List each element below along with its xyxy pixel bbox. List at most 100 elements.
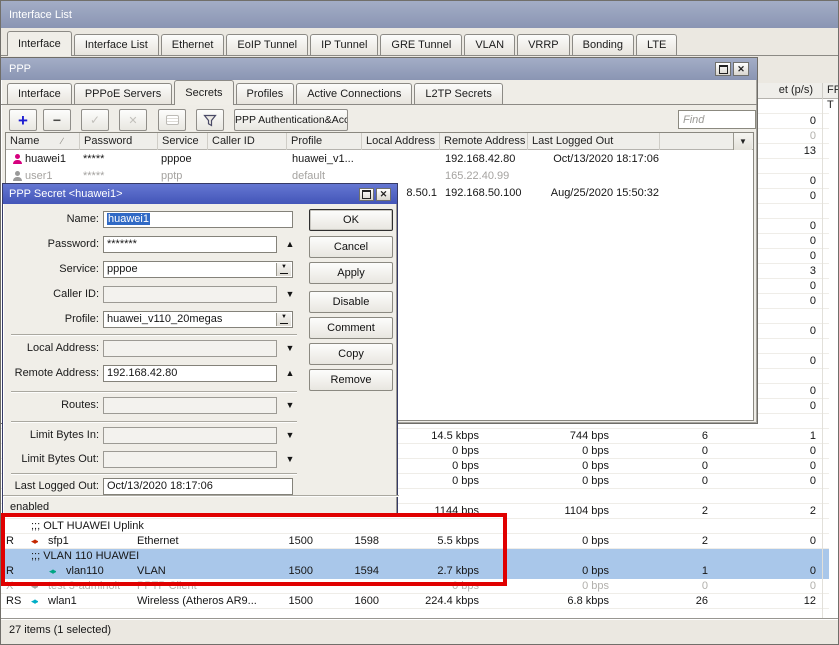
secret-name: huawei1 xyxy=(25,152,66,167)
enable-button[interactable] xyxy=(81,109,109,131)
tab-bonding[interactable]: Bonding xyxy=(572,34,634,55)
tab-gre-tunnel[interactable]: GRE Tunnel xyxy=(380,34,462,55)
remove-button[interactable]: Remove xyxy=(309,369,393,391)
tab-interface-list[interactable]: Interface List xyxy=(74,34,159,55)
find-input[interactable] xyxy=(678,110,756,129)
apply-button[interactable]: Apply xyxy=(309,262,393,284)
interface-table-right-header[interactable]: et (p/s) FP T xyxy=(757,83,839,99)
copy-button[interactable]: Copy xyxy=(309,343,393,365)
col-service[interactable]: Service xyxy=(158,133,208,150)
col-remote-address[interactable]: Remote Address xyxy=(440,133,528,150)
secret-profile: default xyxy=(292,169,325,184)
tab-secrets[interactable]: Secrets xyxy=(174,80,233,105)
rx-packet-cell: 0 xyxy=(712,444,816,459)
ppp-titlebar[interactable]: PPP xyxy=(1,58,757,80)
ppp-aaa-button[interactable]: PPP Authentication&Accounting xyxy=(234,109,348,131)
profile-label: Profile: xyxy=(3,311,99,328)
disable-button[interactable]: Disable xyxy=(309,291,393,313)
type-cell: VLAN xyxy=(137,564,166,579)
filter-button[interactable] xyxy=(196,109,224,131)
col-extra xyxy=(660,133,736,150)
tab-active-connections[interactable]: Active Connections xyxy=(296,83,412,104)
caller-id-field[interactable] xyxy=(103,286,277,303)
expand-arrow-icon[interactable] xyxy=(283,427,297,444)
secret-row-huawei1[interactable]: huawei1 ***** pppoe huawei_v1... 192.168… xyxy=(7,151,752,168)
name-cell: test 3-adminolt xyxy=(48,579,120,594)
interface-list-titlebar[interactable]: Interface List xyxy=(1,1,838,28)
routes-label: Routes: xyxy=(3,397,99,414)
expand-arrow-icon[interactable] xyxy=(283,397,297,414)
expand-arrow-icon[interactable] xyxy=(283,340,297,357)
limit-bytes-in-field[interactable] xyxy=(103,427,277,444)
ppp-tabstrip: Interface PPPoE Servers Secrets Profiles… xyxy=(1,80,757,105)
iface-comment-row[interactable]: ;;; VLAN 110 HUAWEI xyxy=(1,549,829,564)
iface-table-row[interactable]: RS◂▸wlan1Wireless (Atheros AR9...1500160… xyxy=(1,594,829,609)
password-field[interactable]: ******* xyxy=(103,236,277,253)
collapse-arrow-icon[interactable] xyxy=(283,236,297,253)
comment-cell: ;;; VLAN 110 HUAWEI xyxy=(31,549,139,564)
disable-button[interactable] xyxy=(119,109,147,131)
tx-rate-cell: 0 bps xyxy=(381,579,479,594)
tx-packet-cell: 0 xyxy=(613,579,708,594)
close-button[interactable] xyxy=(733,62,749,76)
col-caller-id[interactable]: Caller ID xyxy=(208,133,287,150)
interface-icon: ◂▸ xyxy=(31,534,38,549)
routes-field[interactable] xyxy=(103,397,277,414)
maximize-button[interactable] xyxy=(715,62,731,76)
add-icon xyxy=(18,112,28,129)
profile-select[interactable]: huawei_v110_20megas▼ xyxy=(103,311,293,328)
tab-lte[interactable]: LTE xyxy=(636,34,677,55)
remote-address-field[interactable]: 192.168.42.80 xyxy=(103,365,277,382)
collapse-arrow-icon[interactable] xyxy=(283,365,297,382)
dialog-close-button[interactable] xyxy=(376,188,391,201)
rx-packet-cell: 2 xyxy=(712,504,816,519)
secret-status: enabled xyxy=(10,500,49,514)
maximize-icon xyxy=(362,190,371,199)
expand-arrow-icon[interactable] xyxy=(283,451,297,468)
col-profile[interactable]: Profile xyxy=(287,133,362,150)
ok-button[interactable]: OK xyxy=(309,209,393,231)
remote-address-label: Remote Address: xyxy=(3,365,99,382)
service-select[interactable]: pppoe▼ xyxy=(103,261,293,278)
remove-button[interactable] xyxy=(43,109,71,131)
tab-pppoe-servers[interactable]: PPPoE Servers xyxy=(74,83,172,104)
comment-cell: ;;; OLT HUAWEI Uplink xyxy=(31,519,144,534)
local-address-field[interactable] xyxy=(103,340,277,357)
tab-vlan[interactable]: VLAN xyxy=(464,34,515,55)
limit-bytes-out-label: Limit Bytes Out: xyxy=(3,451,99,468)
dropdown-icon[interactable]: ▼ xyxy=(276,313,291,326)
tab-vrrp[interactable]: VRRP xyxy=(517,34,570,55)
tab-ip-tunnel[interactable]: IP Tunnel xyxy=(310,34,378,55)
iface-table-row[interactable]: X◂▸test 3-adminoltPPTP Client0 bps0 bps0… xyxy=(1,579,829,594)
packet-column-header[interactable]: et (p/s) xyxy=(757,83,813,98)
tab-interface[interactable]: Interface xyxy=(7,31,72,56)
dialog-titlebar[interactable]: PPP Secret <huawei1> xyxy=(3,184,397,204)
tab-ppp-interface[interactable]: Interface xyxy=(7,83,72,104)
col-name[interactable]: Name xyxy=(6,133,80,150)
name-field[interactable]: huawei1 xyxy=(103,211,293,228)
col-last-logged-out[interactable]: Last Logged Out xyxy=(528,133,660,150)
iface-table-row[interactable]: R◂▸sfp1Ethernet150015985.5 kbps0 bps20 xyxy=(1,534,829,549)
tab-profiles[interactable]: Profiles xyxy=(236,83,295,104)
tab-l2tp-secrets[interactable]: L2TP Secrets xyxy=(414,83,502,104)
column-select-button[interactable] xyxy=(733,133,752,150)
iface-table-row[interactable]: R◂▸vlan110VLAN150015942.7 kbps0 bps10 xyxy=(1,564,829,579)
flag-cell: R xyxy=(6,564,14,579)
cancel-button[interactable]: Cancel xyxy=(309,236,393,258)
tab-eoip-tunnel[interactable]: EoIP Tunnel xyxy=(226,34,308,55)
iface-comment-row[interactable]: ;;; OLT HUAWEI Uplink xyxy=(1,519,829,534)
comment-button[interactable]: Comment xyxy=(309,317,393,339)
rx-packet-cell: 0 xyxy=(712,564,816,579)
col-local-address[interactable]: Local Address xyxy=(362,133,440,150)
column-divider xyxy=(822,99,823,618)
dialog-maximize-button[interactable] xyxy=(359,188,374,201)
dropdown-icon[interactable]: ▼ xyxy=(276,263,291,276)
separator xyxy=(11,421,297,423)
comment-button[interactable] xyxy=(158,109,186,131)
expand-arrow-icon[interactable] xyxy=(283,286,297,303)
add-button[interactable] xyxy=(9,109,37,131)
col-password[interactable]: Password xyxy=(80,133,158,150)
limit-bytes-out-field[interactable] xyxy=(103,451,277,468)
tab-ethernet[interactable]: Ethernet xyxy=(161,34,225,55)
tx-packet-cell: 0 xyxy=(613,459,708,474)
